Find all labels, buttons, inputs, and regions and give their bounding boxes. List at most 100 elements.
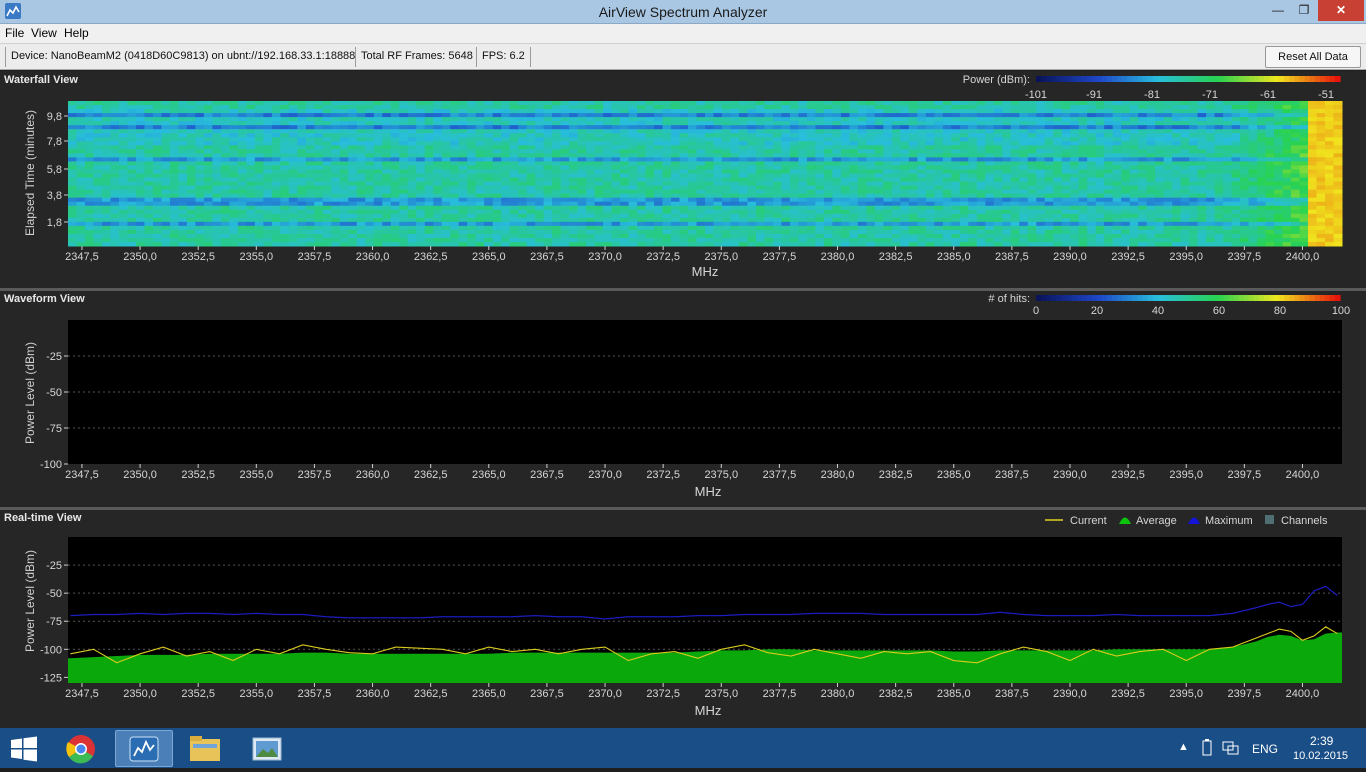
- waterfall-cell: [254, 157, 264, 162]
- waterfall-cell: [195, 173, 205, 179]
- waterfall-cell: [1155, 201, 1165, 207]
- waterfall-cell: [577, 133, 587, 138]
- waterfall-cell: [1325, 205, 1335, 211]
- waterfall-cell: [1206, 225, 1216, 231]
- waterfall-cell: [1078, 185, 1088, 191]
- waterfall-cell: [220, 165, 230, 170]
- waterfall-cell: [1129, 181, 1139, 187]
- menu-view[interactable]: View: [31, 26, 57, 40]
- waterfall-cell: [169, 221, 179, 227]
- waterfall-cell: [1044, 169, 1054, 174]
- menu-file[interactable]: File: [5, 26, 24, 40]
- waterfall-cell: [433, 205, 443, 211]
- waterfall-cell: [611, 113, 621, 118]
- waterfall-cell: [237, 113, 247, 118]
- waterfall-cell: [823, 229, 833, 235]
- waterfall-cell: [764, 205, 774, 211]
- waterfall-cell: [713, 129, 723, 134]
- waterfall-cell: [637, 173, 647, 179]
- waterfall-cell: [212, 181, 222, 187]
- waterfall-cell: [654, 213, 664, 219]
- waterfall-cell: [603, 221, 613, 227]
- waterfall-cell: [832, 101, 842, 106]
- waterfall-cell: [441, 225, 451, 231]
- waterfall-cell: [1163, 225, 1173, 231]
- waterfall-cell: [866, 117, 876, 122]
- waterfall-cell: [1138, 133, 1148, 138]
- waterfall-cell: [518, 101, 528, 106]
- close-button[interactable]: ✕: [1318, 0, 1364, 21]
- waterfall-cell: [900, 225, 910, 231]
- waterfall-cell: [458, 145, 468, 150]
- waterfall-cell: [1112, 213, 1122, 219]
- waterfall-cell: [127, 193, 137, 199]
- waterfall-cell: [976, 133, 986, 138]
- waterfall-cell: [195, 101, 205, 106]
- waterfall-cell: [331, 125, 341, 130]
- waterfall-cell: [1163, 113, 1173, 118]
- waterfall-cell: [1087, 137, 1097, 142]
- minimize-button[interactable]: —: [1264, 0, 1292, 21]
- waterfall-cell: [857, 225, 867, 231]
- waterfall-cell: [611, 141, 621, 146]
- waterfall-cell: [543, 197, 553, 203]
- waterfall-cell: [127, 201, 137, 207]
- waterfall-cell: [1146, 209, 1156, 215]
- waterfall-cell: [1172, 197, 1182, 203]
- waterfall-cell: [925, 197, 935, 203]
- waterfall-cell: [1155, 221, 1165, 227]
- waterfall-cell: [1155, 129, 1165, 134]
- waterfall-cell: [1282, 205, 1292, 211]
- waterfall-cell: [186, 165, 196, 170]
- waterfall-cell: [127, 133, 137, 138]
- waterfall-cell: [654, 157, 664, 162]
- waterfall-cell: [662, 117, 672, 122]
- waterfall-cell: [203, 153, 213, 158]
- waterfall-cell: [348, 149, 358, 154]
- waterfall-cell: [339, 173, 349, 179]
- waterfall-cell: [118, 173, 128, 179]
- waterfall-cell: [501, 181, 511, 187]
- waterfall-cell: [840, 229, 850, 235]
- waterfall-cell: [390, 161, 400, 166]
- waterfall-cell: [1146, 169, 1156, 174]
- waterfall-cell: [985, 177, 995, 183]
- waterfall-cell: [467, 185, 477, 191]
- waterfall-cell: [229, 105, 239, 110]
- waterfall-cell: [662, 229, 672, 235]
- colorbar-segment: [1177, 76, 1184, 82]
- maximize-button[interactable]: ❐: [1290, 0, 1318, 21]
- waterfall-cell: [645, 145, 655, 150]
- waterfall-cell: [1129, 121, 1139, 126]
- waterfall-cell: [959, 117, 969, 122]
- waterfall-cell: [271, 173, 281, 179]
- waterfall-cell: [823, 165, 833, 170]
- menu-help[interactable]: Help: [64, 26, 89, 40]
- waterfall-cell: [441, 149, 451, 154]
- waterfall-cell: [781, 185, 791, 191]
- waterfall-cell: [883, 197, 893, 203]
- waterfall-cell: [1274, 137, 1284, 142]
- waterfall-cell: [229, 161, 239, 166]
- waterfall-cell: [220, 117, 230, 122]
- waterfall-cell: [1282, 133, 1292, 138]
- waterfall-cell: [900, 153, 910, 158]
- waterfall-cell: [959, 161, 969, 166]
- waterfall-cell: [1112, 201, 1122, 207]
- waterfall-cell: [959, 201, 969, 207]
- waterfall-cell: [1274, 189, 1284, 195]
- waterfall-cell: [730, 165, 740, 170]
- waterfall-cell: [976, 213, 986, 219]
- waterfall-cell: [1282, 113, 1292, 118]
- waterfall-cell: [772, 225, 782, 231]
- reset-all-data-button[interactable]: Reset All Data: [1265, 46, 1361, 68]
- waterfall-cell: [229, 157, 239, 162]
- waterfall-cell: [195, 209, 205, 215]
- waterfall-cell: [237, 105, 247, 110]
- waterfall-cell: [484, 109, 494, 114]
- waterfall-cell: [764, 105, 774, 110]
- waterfall-cell: [806, 173, 816, 179]
- waterfall-cell: [569, 201, 579, 207]
- waterfall-cell: [169, 129, 179, 134]
- waterfall-cell: [823, 109, 833, 114]
